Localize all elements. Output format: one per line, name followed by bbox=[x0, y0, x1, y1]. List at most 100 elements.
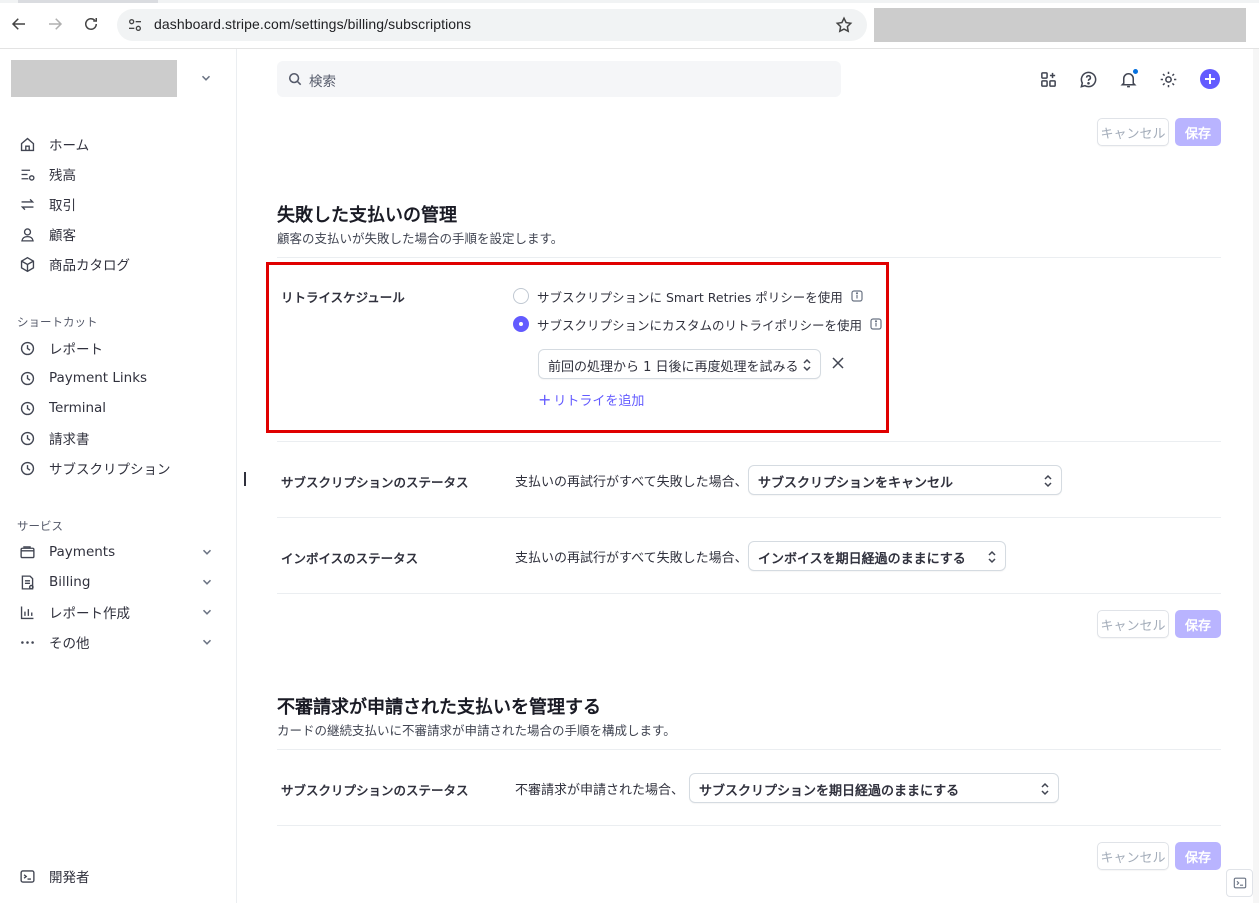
dispute-subscription-status-condition: 不審請求が申請された場合、 bbox=[515, 783, 685, 798]
sidebar-item-balance[interactable]: 残高 bbox=[17, 163, 76, 185]
disputes-title: 不審請求が申請された支払いを管理する bbox=[277, 697, 601, 718]
billing-icon bbox=[17, 572, 37, 592]
clock-icon bbox=[17, 398, 37, 418]
settings-button[interactable] bbox=[1158, 69, 1178, 89]
clock-icon bbox=[17, 458, 37, 478]
save-button-top[interactable]: 保存 bbox=[1175, 118, 1221, 146]
active-tab[interactable] bbox=[18, 0, 158, 3]
cancel-button-top[interactable]: キャンセル bbox=[1097, 118, 1169, 146]
chevron-down-icon[interactable] bbox=[199, 71, 213, 85]
sidebar-item-product-catalog[interactable]: 商品カタログ bbox=[17, 253, 130, 275]
sidebar-item-label: Billing bbox=[49, 574, 91, 590]
bookmark-star-icon[interactable] bbox=[835, 16, 853, 34]
disputes-subtitle: カードの継続支払いに不審請求が申請された場合の手順を構成します。 bbox=[277, 723, 676, 738]
sidebar-item-customers[interactable]: 顧客 bbox=[17, 223, 76, 245]
sidebar-item-label: Payments bbox=[49, 544, 116, 560]
divider bbox=[277, 441, 1221, 442]
chevron-down-icon[interactable] bbox=[200, 605, 214, 619]
invoice-status-condition: 支払いの再試行がすべて失敗した場合、 bbox=[515, 551, 748, 566]
sidebar-item-label: 商品カタログ bbox=[49, 258, 130, 274]
reload-button[interactable] bbox=[79, 12, 103, 36]
sidebar-item-label: その他 bbox=[49, 636, 90, 652]
transactions-icon bbox=[17, 194, 37, 214]
address-bar[interactable]: dashboard.stripe.com/settings/billing/su… bbox=[117, 9, 867, 41]
url-text[interactable]: dashboard.stripe.com/settings/billing/su… bbox=[154, 16, 471, 32]
arrow-right-icon bbox=[49, 18, 63, 30]
developer-shell-button[interactable] bbox=[1226, 869, 1253, 897]
cancel-button-failed-payments[interactable]: キャンセル bbox=[1097, 610, 1169, 638]
forward-button[interactable] bbox=[43, 12, 67, 36]
sidebar-item-home[interactable]: ホーム bbox=[17, 133, 89, 155]
invoice-status-select[interactable]: インボイスを期日経過のままにする bbox=[748, 541, 1006, 571]
arrow-left-icon bbox=[11, 18, 25, 30]
sidebar-item-label: レポート bbox=[49, 342, 103, 358]
chevron-down-icon[interactable] bbox=[200, 545, 214, 559]
cancel-button-disputes[interactable]: キャンセル bbox=[1097, 842, 1169, 870]
apps-icon bbox=[1040, 71, 1056, 87]
back-button[interactable] bbox=[7, 12, 31, 36]
sidebar-item-more[interactable]: その他 bbox=[17, 631, 217, 653]
services-section-title: サービス bbox=[17, 519, 63, 533]
payments-icon bbox=[17, 542, 37, 562]
clock-icon bbox=[17, 338, 37, 358]
sidebar-item-transactions[interactable]: 取引 bbox=[17, 193, 76, 215]
sidebar-item-billing[interactable]: Billing bbox=[17, 571, 217, 593]
balance-icon bbox=[17, 164, 37, 184]
sidebar-item-label: Payment Links bbox=[49, 370, 148, 386]
apps-button[interactable] bbox=[1038, 69, 1058, 89]
sidebar-item-reporting[interactable]: レポート作成 bbox=[17, 601, 217, 623]
dispute-subscription-status-select[interactable]: サブスクリプションを期日経過のままにする bbox=[689, 773, 1059, 803]
sidebar-item-invoices[interactable]: 請求書 bbox=[17, 427, 90, 449]
divider bbox=[277, 825, 1221, 826]
select-value: インボイスを期日経過のままにする bbox=[758, 552, 966, 567]
sidebar-item-reports[interactable]: レポート bbox=[17, 337, 103, 359]
chevron-updown-icon bbox=[1041, 782, 1049, 796]
sidebar-item-subscriptions[interactable]: サブスクリプション bbox=[17, 457, 171, 479]
tab-strip bbox=[0, 0, 1259, 3]
clock-icon bbox=[17, 428, 37, 448]
product-catalog-icon bbox=[17, 254, 37, 274]
notifications-button[interactable] bbox=[1118, 68, 1139, 89]
account-switcher[interactable] bbox=[11, 60, 177, 97]
search-placeholder: 検索 bbox=[309, 74, 336, 90]
sidebar-item-label: サブスクリプション bbox=[49, 462, 171, 478]
chevron-down-icon[interactable] bbox=[200, 575, 214, 589]
sidebar: ホーム 残高 取引 顧客 商品カタログ ショートカット レポート Payment… bbox=[0, 49, 237, 903]
divider bbox=[277, 257, 1221, 258]
sidebar-item-label: ホーム bbox=[49, 138, 90, 154]
sidebar-item-terminal[interactable]: Terminal bbox=[17, 397, 106, 419]
highlight-annotation-box bbox=[266, 262, 889, 433]
sidebar-item-label: レポート作成 bbox=[49, 606, 130, 622]
dispute-subscription-status-label: サブスクリプションのステータス bbox=[281, 783, 469, 798]
divider bbox=[277, 593, 1221, 594]
sidebar-item-developers[interactable]: 開発者 bbox=[17, 865, 90, 887]
invoice-status-label: インボイスのステータス bbox=[281, 551, 419, 566]
search-input[interactable]: 検索 bbox=[277, 61, 841, 97]
divider bbox=[277, 749, 1221, 750]
clock-icon bbox=[17, 368, 37, 388]
help-button[interactable] bbox=[1078, 69, 1098, 89]
sidebar-item-payment-links[interactable]: Payment Links bbox=[17, 367, 147, 389]
help-icon bbox=[1079, 71, 1096, 88]
sidebar-item-label: 残高 bbox=[49, 168, 76, 184]
chevron-updown-icon bbox=[1044, 474, 1052, 488]
create-button[interactable] bbox=[1200, 69, 1220, 89]
more-icon bbox=[17, 632, 37, 652]
search-icon bbox=[288, 72, 302, 86]
site-settings-icon[interactable] bbox=[127, 17, 143, 33]
browser-toolbar: dashboard.stripe.com/settings/billing/su… bbox=[0, 0, 1259, 49]
terminal-icon bbox=[1233, 877, 1246, 889]
failed-payments-subtitle: 顧客の支払いが失敗した場合の手順を設定します。 bbox=[277, 231, 564, 246]
sidebar-item-payments[interactable]: Payments bbox=[17, 541, 217, 563]
gear-icon bbox=[1160, 71, 1176, 87]
sidebar-item-label: 開発者 bbox=[49, 870, 90, 886]
failed-payments-title: 失敗した支払いの管理 bbox=[277, 205, 457, 226]
subscription-status-select[interactable]: サブスクリプションをキャンセル bbox=[748, 465, 1062, 495]
page-scrollbar[interactable] bbox=[1253, 49, 1259, 903]
shortcuts-section-title: ショートカット bbox=[17, 315, 98, 329]
save-button-disputes[interactable]: 保存 bbox=[1175, 842, 1221, 870]
divider bbox=[277, 517, 1221, 518]
chevron-down-icon[interactable] bbox=[200, 635, 214, 649]
plus-icon bbox=[1205, 74, 1215, 84]
save-button-failed-payments[interactable]: 保存 bbox=[1175, 610, 1221, 638]
